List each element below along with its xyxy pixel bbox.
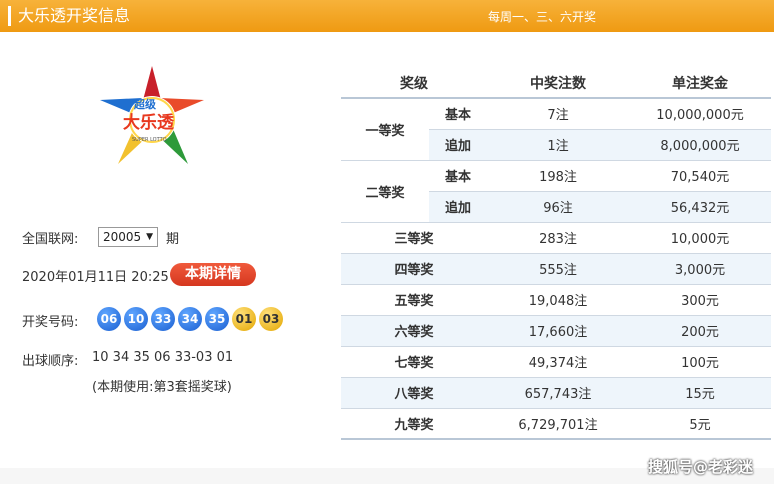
- prize-sub-level: 追加: [429, 129, 487, 161]
- table-row: 九等奖 6,729,701注 5元: [341, 408, 771, 440]
- prize-amount: 56,432元: [629, 191, 771, 223]
- prize-amount: 300元: [629, 284, 771, 316]
- draw-schedule: 每周一、三、六开奖: [488, 10, 597, 24]
- col-header-prize: 单注奖金: [629, 68, 771, 99]
- prize-level: 二等奖: [341, 160, 429, 223]
- winner-count: 283注: [487, 222, 629, 254]
- super-lotto-logo: 超级 大乐透 SUPER LOTTO: [100, 66, 204, 164]
- prize-amount: 5元: [629, 408, 771, 440]
- source-watermark: 搜狐号@老彩迷: [648, 458, 754, 476]
- table-row: 二等奖 基本 198注 70,540元: [341, 160, 771, 223]
- header-title: 大乐透开奖信息: [18, 6, 131, 25]
- table-row: 一等奖 基本 7注 10,000,000元: [341, 98, 771, 161]
- issue-detail-button[interactable]: 本期详情: [170, 263, 256, 286]
- prize-amount: 10,000,000元: [629, 98, 771, 130]
- prize-sub-level: 基本: [429, 98, 487, 130]
- prize-sub-level: 基本: [429, 160, 487, 192]
- draw-order-label: 出球顺序:: [22, 354, 79, 369]
- draw-datetime: 2020年01月11日 20:25: [22, 270, 169, 285]
- prize-amount: 8,000,000元: [629, 129, 771, 161]
- front-ball: 35: [205, 307, 229, 331]
- ball-set-note: (本期使用:第3套摇奖球): [92, 380, 232, 395]
- page-header: 大乐透开奖信息 每周一、三、六开奖: [0, 0, 774, 32]
- draw-order-value: 10 34 35 06 33-03 01: [92, 350, 234, 365]
- winner-count: 96注: [487, 191, 629, 223]
- winner-count: 198注: [487, 160, 629, 192]
- logo-text-en: SUPER LOTTO: [132, 137, 167, 143]
- header-accent-bar: [8, 6, 11, 26]
- table-row: 三等奖 283注 10,000元: [341, 222, 771, 254]
- winner-count: 7注: [487, 98, 629, 130]
- prize-table: 奖级 中奖注数 单注奖金 一等奖 基本 7注 10,000,000元 追加 1注…: [341, 68, 771, 440]
- prize-amount: 3,000元: [629, 253, 771, 285]
- back-ball: 01: [232, 307, 256, 331]
- prize-level: 五等奖: [341, 284, 487, 316]
- table-row: 七等奖 49,374注 100元: [341, 346, 771, 378]
- prize-amount: 10,000元: [629, 222, 771, 254]
- logo-text-top: 超级: [133, 97, 157, 111]
- back-ball: 03: [259, 307, 283, 331]
- table-row: 六等奖 17,660注 200元: [341, 315, 771, 347]
- winner-count: 17,660注: [487, 315, 629, 347]
- table-row: 四等奖 555注 3,000元: [341, 253, 771, 285]
- issue-select[interactable]: 20005 ▼: [98, 227, 158, 247]
- col-header-level: 奖级: [341, 68, 487, 99]
- prize-level: 四等奖: [341, 253, 487, 285]
- prize-sub-level: 追加: [429, 191, 487, 223]
- col-header-count: 中奖注数: [487, 68, 629, 99]
- winner-count: 1注: [487, 129, 629, 161]
- winner-count: 657,743注: [487, 377, 629, 409]
- table-row: 五等奖 19,048注 300元: [341, 284, 771, 316]
- prize-level: 三等奖: [341, 222, 487, 254]
- front-ball: 33: [151, 307, 175, 331]
- front-ball: 10: [124, 307, 148, 331]
- prize-level: 八等奖: [341, 377, 487, 409]
- prize-amount: 15元: [629, 377, 771, 409]
- prize-amount: 70,540元: [629, 160, 771, 192]
- prize-level: 七等奖: [341, 346, 487, 378]
- winner-count: 49,374注: [487, 346, 629, 378]
- prize-level: 六等奖: [341, 315, 487, 347]
- winner-count: 555注: [487, 253, 629, 285]
- logo-text-main: 大乐透: [123, 112, 175, 133]
- chevron-down-icon: ▼: [146, 232, 153, 242]
- front-ball: 06: [97, 307, 121, 331]
- issue-label: 全国联网:: [22, 232, 79, 247]
- winner-count: 19,048注: [487, 284, 629, 316]
- prize-amount: 100元: [629, 346, 771, 378]
- table-header-row: 奖级 中奖注数 单注奖金: [341, 68, 771, 99]
- issue-select-value: 20005: [103, 230, 142, 244]
- prize-amount: 200元: [629, 315, 771, 347]
- front-ball: 34: [178, 307, 202, 331]
- winner-count: 6,729,701注: [487, 408, 629, 440]
- winning-numbers-label: 开奖号码:: [22, 315, 79, 330]
- prize-level: 一等奖: [341, 98, 429, 161]
- table-row: 八等奖 657,743注 15元: [341, 377, 771, 409]
- issue-suffix: 期: [166, 232, 180, 247]
- prize-level: 九等奖: [341, 408, 487, 440]
